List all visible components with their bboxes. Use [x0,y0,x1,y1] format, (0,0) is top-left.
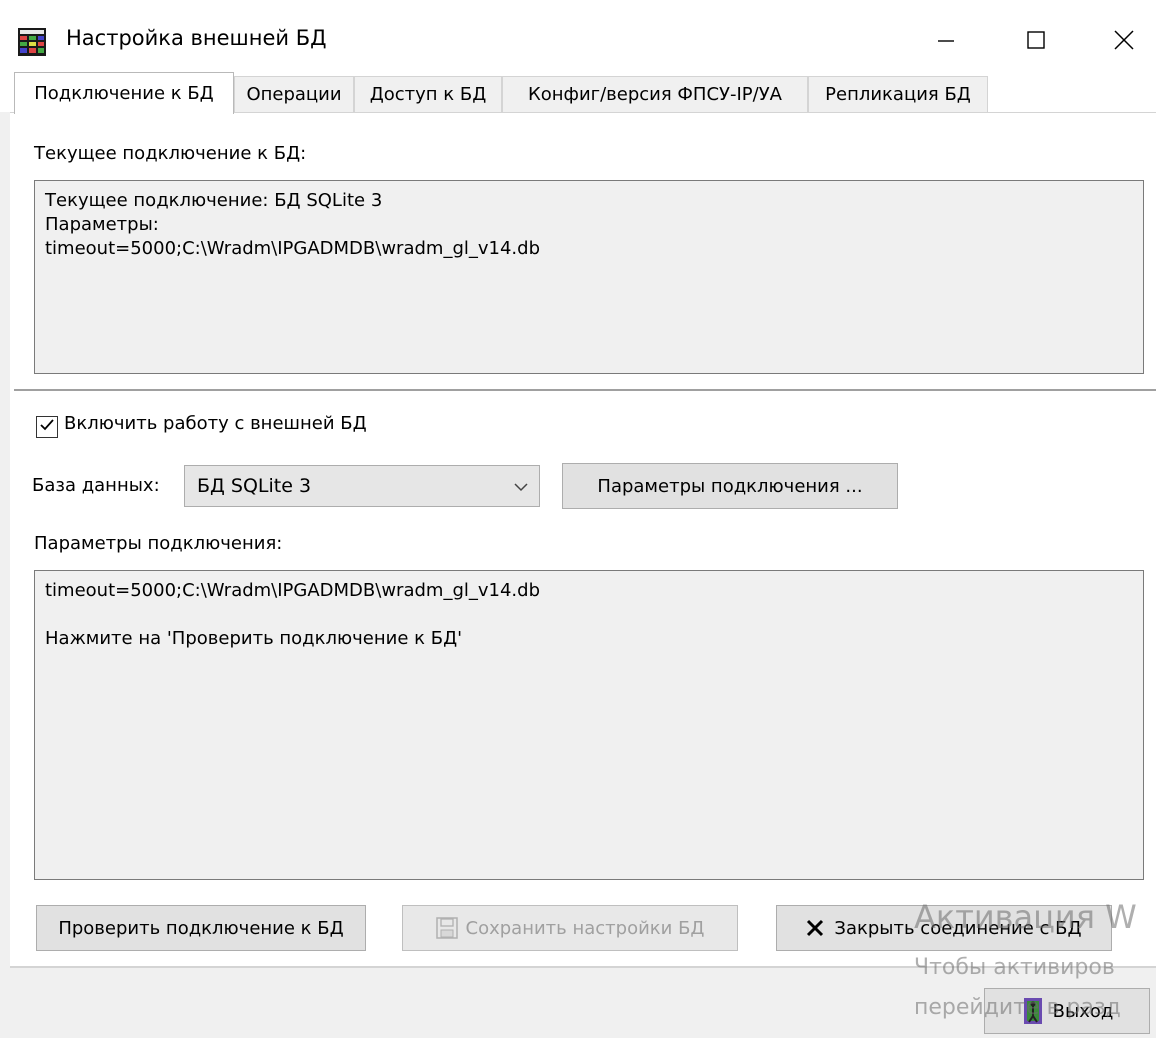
tab-config-version[interactable]: Конфиг/версия ФПСУ-IP/УА [502,76,808,112]
tab-operations[interactable]: Операции [234,76,354,112]
close-icon [1113,29,1135,56]
chevron-down-icon [513,478,529,500]
activation-watermark-line2: Чтобы активиров [914,955,1115,980]
activation-watermark-line3: перейдите в разд [914,995,1121,1020]
minimize-button[interactable] [910,14,982,70]
tab-db-access[interactable]: Доступ к БД [354,76,502,112]
maximize-button[interactable] [1000,14,1072,70]
enable-external-db-label[interactable]: Включить работу с внешней БД [64,413,367,434]
connection-params-button[interactable]: Параметры подключения ... [562,463,898,509]
floppy-disk-icon [435,917,458,939]
maximize-icon [1026,30,1046,55]
database-select-value: БД SQLite 3 [197,475,312,497]
tab-replication[interactable]: Репликация БД [808,76,988,112]
connection-params-label: Параметры подключения: [34,533,283,554]
save-settings-label: Сохранить настройки БД [465,917,705,939]
window-title: Настройка внешней БД [66,26,327,50]
current-connection-textbox[interactable]: Текущее подключение: БД SQLite 3 Парамет… [34,180,1144,374]
check-connection-button[interactable]: Проверить подключение к БД [36,905,366,951]
activation-watermark-title: Активация W [914,898,1137,936]
tab-db-connection[interactable]: Подключение к БД [14,72,234,114]
x-icon [806,919,824,937]
save-settings-button[interactable]: Сохранить настройки БД [402,905,738,951]
current-connection-label: Текущее подключение к БД: [34,143,307,164]
connection-params-textbox[interactable]: timeout=5000;C:\Wradm\IPGADMDB\wradm_gl_… [34,570,1144,880]
database-select[interactable]: БД SQLite 3 [184,465,540,507]
section-divider-highlight [14,391,1156,392]
checkmark-icon [38,416,56,439]
database-grid-icon[interactable] [18,28,46,56]
close-button[interactable] [1088,14,1156,70]
minimize-icon [936,30,956,55]
enable-external-db-checkbox[interactable] [36,416,58,438]
database-label: База данных: [32,475,160,496]
